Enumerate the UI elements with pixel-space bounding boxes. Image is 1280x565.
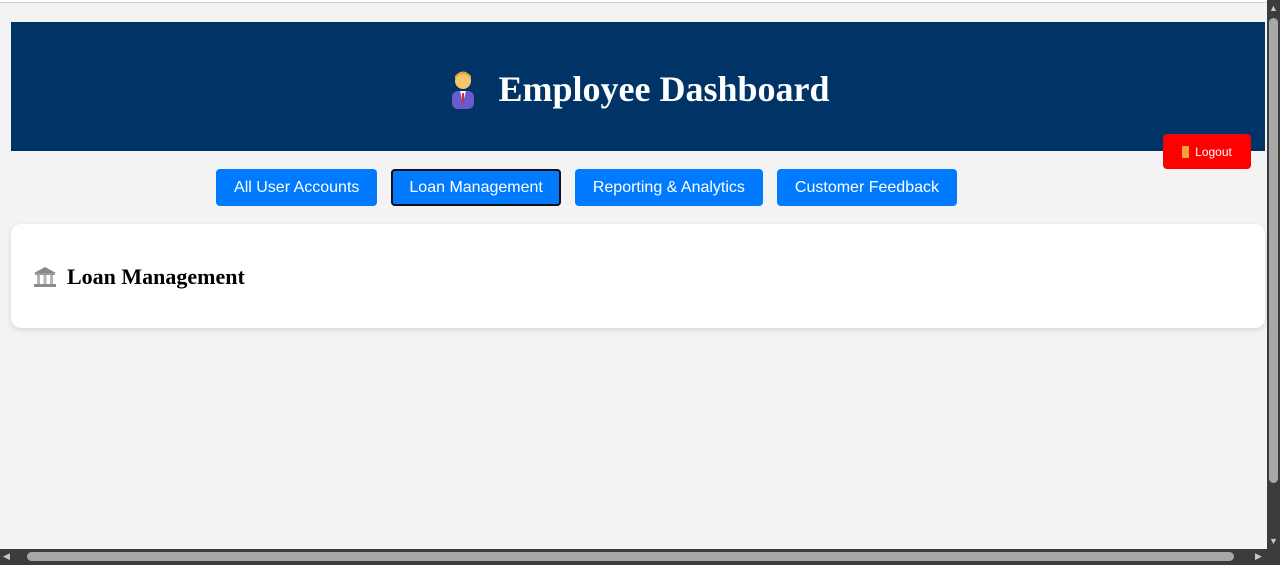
- door-icon: [1182, 145, 1190, 158]
- scroll-left-arrow-icon[interactable]: ◀: [3, 552, 10, 561]
- logout-label: Logout: [1195, 144, 1232, 159]
- nav-all-user-accounts-button[interactable]: All User Accounts: [216, 169, 378, 206]
- page-title: Employee Dashboard: [446, 68, 830, 110]
- section-title-text: Loan Management: [67, 264, 245, 289]
- page-viewport: Employee Dashboard All User Accounts Loa…: [0, 3, 1267, 549]
- vertical-scrollbar[interactable]: ▲ ▼: [1267, 0, 1280, 549]
- nav-customer-feedback-button[interactable]: Customer Feedback: [776, 169, 957, 206]
- horizontal-scrollbar[interactable]: ◀ ▶: [0, 549, 1267, 565]
- office-worker-icon: [446, 69, 480, 109]
- scroll-down-arrow-icon[interactable]: ▼: [1269, 537, 1278, 546]
- horizontal-scrollbar-thumb[interactable]: [27, 552, 1234, 561]
- nav-bar: All User Accounts Loan Management Report…: [0, 169, 1267, 206]
- dashboard-header: Employee Dashboard: [11, 22, 1265, 151]
- scroll-right-arrow-icon[interactable]: ▶: [1255, 552, 1262, 561]
- vertical-scrollbar-thumb[interactable]: [1269, 18, 1278, 483]
- page-title-text: Employee Dashboard: [498, 68, 830, 109]
- bank-icon: [33, 266, 57, 288]
- nav-loan-management-button[interactable]: Loan Management: [391, 169, 561, 206]
- section-title: Loan Management: [33, 264, 1243, 290]
- logout-button[interactable]: Logout: [1163, 134, 1251, 169]
- nav-reporting-analytics-button[interactable]: Reporting & Analytics: [574, 169, 763, 206]
- scroll-up-arrow-icon[interactable]: ▲: [1269, 4, 1278, 13]
- loan-management-card: Loan Management: [11, 224, 1265, 328]
- scrollbar-corner: [1267, 549, 1280, 565]
